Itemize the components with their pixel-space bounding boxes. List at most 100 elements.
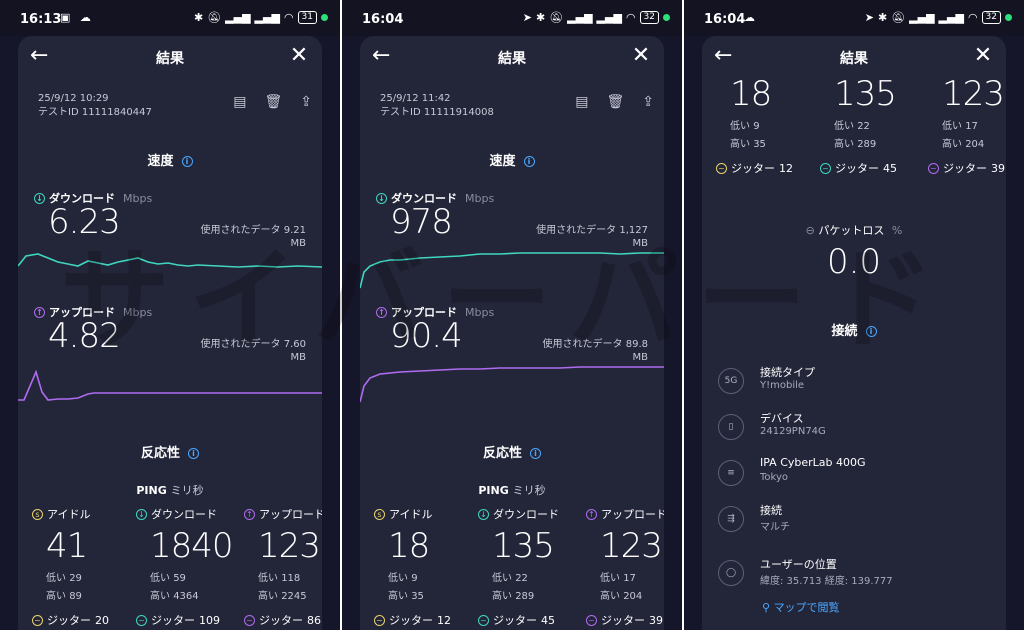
upload-chart <box>18 369 322 401</box>
upload-arrow-icon: ↑ <box>376 306 387 318</box>
info-icon[interactable]: i <box>530 448 541 459</box>
close-icon[interactable]: ✕ <box>286 44 312 70</box>
low-label: 低い <box>258 573 278 584</box>
result-screen: ← 結果 ✕ 25/9/12 10:29 テストID 11111840447 ▤… <box>18 36 322 630</box>
connection-mode-value: マルチ <box>760 522 790 533</box>
download-arrow-icon: ↓ <box>136 508 147 520</box>
page-title: 結果 <box>498 51 526 67</box>
low-value: 9 <box>753 121 760 132</box>
share-icon[interactable]: ⇪ <box>642 94 654 110</box>
low-value: 9 <box>411 573 418 584</box>
jitter-icon: ~ <box>244 614 255 626</box>
signal-icon-2: ▂▄▆ <box>596 11 622 24</box>
upload-label-text: アップロード <box>601 508 664 521</box>
used-data-label: 使用されたデータ <box>536 225 617 236</box>
ping-upload-range: 低い 118 高い 2245 <box>258 570 322 606</box>
responsiveness-title-text: 反応性 <box>140 446 180 461</box>
status-time: 16:04 <box>362 12 404 27</box>
low-label: 低い <box>600 573 620 584</box>
speed-title-text: 速度 <box>147 154 174 169</box>
packet-loss-icon: ⊖ <box>805 224 815 237</box>
top-bar: ← 結果 ✕ <box>18 36 322 78</box>
low-value: 22 <box>515 573 528 584</box>
low-value: 17 <box>623 573 636 584</box>
jitter-value: 86 <box>307 613 321 627</box>
jitter-icon: ~ <box>32 614 43 626</box>
info-icon[interactable]: i <box>523 156 535 167</box>
packet-loss-unit: % <box>891 224 903 237</box>
idle-label-text: アイドル <box>389 508 433 521</box>
trash-icon[interactable]: 🗑︎ <box>264 94 282 110</box>
device-value: 24129PN74G <box>760 426 826 437</box>
download-arrow-icon: ↓ <box>34 192 45 204</box>
ping-download-value: 135 <box>834 74 897 114</box>
speed-section-title: 速度 i <box>360 150 664 169</box>
jitter-value: 39 <box>649 613 663 627</box>
test-meta: 25/9/12 10:29 テストID 11111840447 <box>38 92 152 120</box>
used-data-label: 使用されたデータ <box>200 225 281 236</box>
ping-title: PING ミリ秒 <box>18 482 322 498</box>
speed-section-title: 速度 i <box>18 150 322 169</box>
status-bar: 16:04 ☁ ➤ ✱ 🔕︎ ▂▄▆ ▂▄▆ ◠ 32 <box>684 0 1024 36</box>
jitter-label: ジッター <box>835 162 879 175</box>
document-icon[interactable]: ▤ <box>233 94 246 110</box>
test-id: テストID 11111840447 <box>38 107 152 118</box>
low-label: 低い <box>46 573 66 584</box>
view-map-link[interactable]: ⚲ マップで閲覧 <box>762 599 840 615</box>
ping-upload-label: ↑ アップロード <box>586 506 664 522</box>
action-bar: ▤ 🗑︎ ⇪ <box>233 94 312 110</box>
mute-icon: 🔕︎ <box>549 11 564 24</box>
view-map-link-text[interactable]: マップで閲覧 <box>774 601 840 614</box>
idle-icon: s <box>374 508 385 520</box>
jitter-value: 45 <box>883 161 897 175</box>
share-icon[interactable]: ⇪ <box>300 94 312 110</box>
phone-screenshot-2: 16:04 ➤ ✱ 🔕︎ ▂▄▆ ▂▄▆ ◠ 32 ← 結果 ✕ 25/9/12… <box>342 0 682 630</box>
wifi-icon: ◠ <box>967 11 978 24</box>
status-time: 16:04 <box>704 12 746 27</box>
ping-unit: ミリ秒 <box>170 484 204 497</box>
connection-mode-title: 接続 <box>760 504 782 517</box>
upload-label-text: アップロード <box>259 508 322 521</box>
info-icon[interactable]: i <box>181 156 193 167</box>
ping-idle-jitter: ~ ジッター 12 <box>716 160 816 176</box>
test-date: 25/9/12 11:42 <box>380 93 451 104</box>
privacy-dot-icon <box>321 14 328 21</box>
jitter-value: 45 <box>541 613 555 627</box>
ping-idle-range: 低い 9 高い 35 <box>388 570 474 606</box>
top-bar: ← 結果 ✕ <box>360 36 664 78</box>
low-label: 低い <box>834 121 854 132</box>
jitter-value: 109 <box>199 613 220 627</box>
connection-mode-row: ⇶ 接続 マルチ <box>718 502 990 546</box>
status-time: 16:13 <box>20 12 62 27</box>
close-icon[interactable]: ✕ <box>970 44 996 70</box>
high-value: 2245 <box>281 591 307 602</box>
jitter-label: ジッター <box>601 614 645 627</box>
low-value: 17 <box>965 121 978 132</box>
info-icon[interactable]: i <box>188 448 199 459</box>
document-icon[interactable]: ▤ <box>575 94 588 110</box>
ping-unit: ミリ秒 <box>512 484 546 497</box>
upload-arrow-icon: ↑ <box>586 508 597 520</box>
download-chart <box>360 252 664 289</box>
trash-icon[interactable]: 🗑︎ <box>606 94 624 110</box>
packet-loss-label-text: パケットロス <box>818 224 885 237</box>
ping-idle-label: s アイドル <box>374 506 474 522</box>
responsiveness-title-text: 反応性 <box>482 446 522 461</box>
map-pin-icon: ⚲ <box>762 601 771 614</box>
bluetooth-icon: ✱ <box>535 11 546 24</box>
top-bar: ← 結果 ✕ <box>702 36 1006 78</box>
jitter-value: 39 <box>991 161 1005 175</box>
close-icon[interactable]: ✕ <box>628 44 654 70</box>
page-title: 結果 <box>840 51 868 67</box>
ping-idle-value: 41 <box>46 526 88 566</box>
speed-title-text: 速度 <box>489 154 516 169</box>
ping-upload-range: 低い 17 高い 204 <box>942 118 1006 154</box>
jitter-label: ジッター <box>151 614 195 627</box>
info-icon[interactable]: i <box>865 326 877 337</box>
ping-download-range: 低い 22 高い 289 <box>492 570 578 606</box>
connection-type-value: Y!mobile <box>760 380 805 391</box>
status-icons: ➤ ✱ 🔕︎ ▂▄▆ ▂▄▆ ◠ 32 <box>523 11 670 24</box>
low-value: 22 <box>857 121 870 132</box>
device-row: ▯ デバイス 24129PN74G <box>718 410 990 454</box>
jitter-icon: ~ <box>586 614 597 626</box>
